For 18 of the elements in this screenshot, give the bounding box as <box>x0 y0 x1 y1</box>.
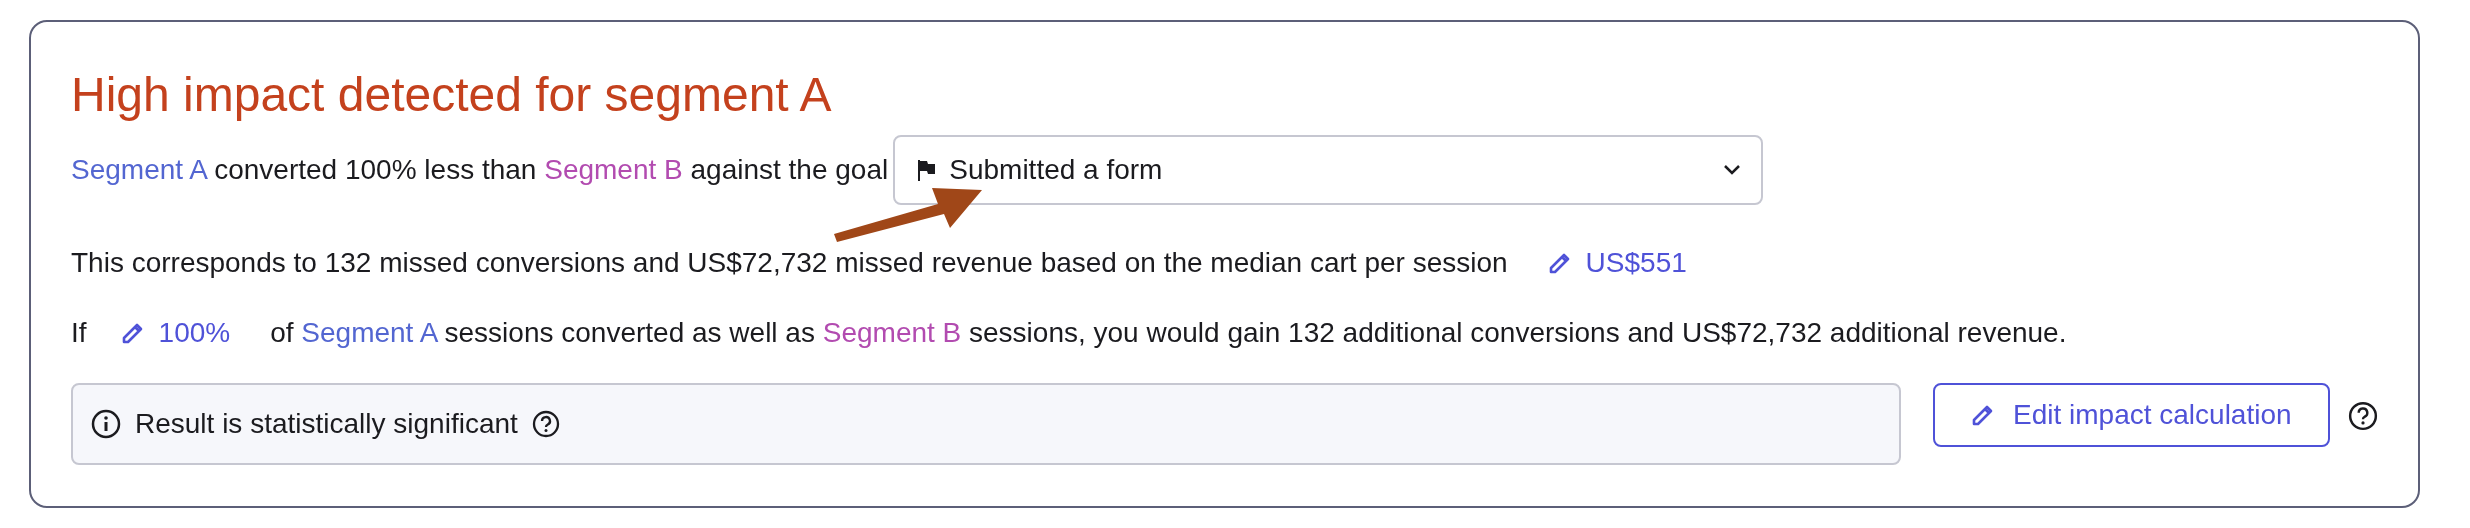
missed-revenue-sentence: This corresponds to 132 missed conversions and US$72,732 missed revenue based on the median cart per session <box>71 246 1508 280</box>
pencil-icon <box>120 321 145 345</box>
percentage-edit-link[interactable]: 100% <box>120 312 231 354</box>
chevron-down-icon <box>1723 164 1742 176</box>
median-cart-edit-link[interactable]: US$551 <box>1547 242 1687 284</box>
info-icon <box>91 409 121 439</box>
help-icon[interactable] <box>2347 401 2378 431</box>
flag-icon <box>915 158 938 182</box>
sentence-lead: If <box>71 316 87 350</box>
gain-sentence: of Segment A sessions converted as well as Segment B sessions, you would gain 132 additional conversions and US$72,732 additional revenue. <box>270 316 2067 350</box>
pencil-icon <box>1971 403 1995 427</box>
pencil-icon <box>1547 251 1572 275</box>
edit-impact-button[interactable]: Edit impact calculation <box>1933 383 2330 447</box>
significance-text: Result is statistically significant <box>135 407 518 441</box>
goal-sentence: Segment A converted 100% less than Segment B against the goal <box>71 153 889 187</box>
help-icon[interactable] <box>531 410 560 438</box>
goal-dropdown[interactable]: Submitted a form <box>893 135 1764 205</box>
alert-title: High impact detected for segment A <box>71 67 832 123</box>
